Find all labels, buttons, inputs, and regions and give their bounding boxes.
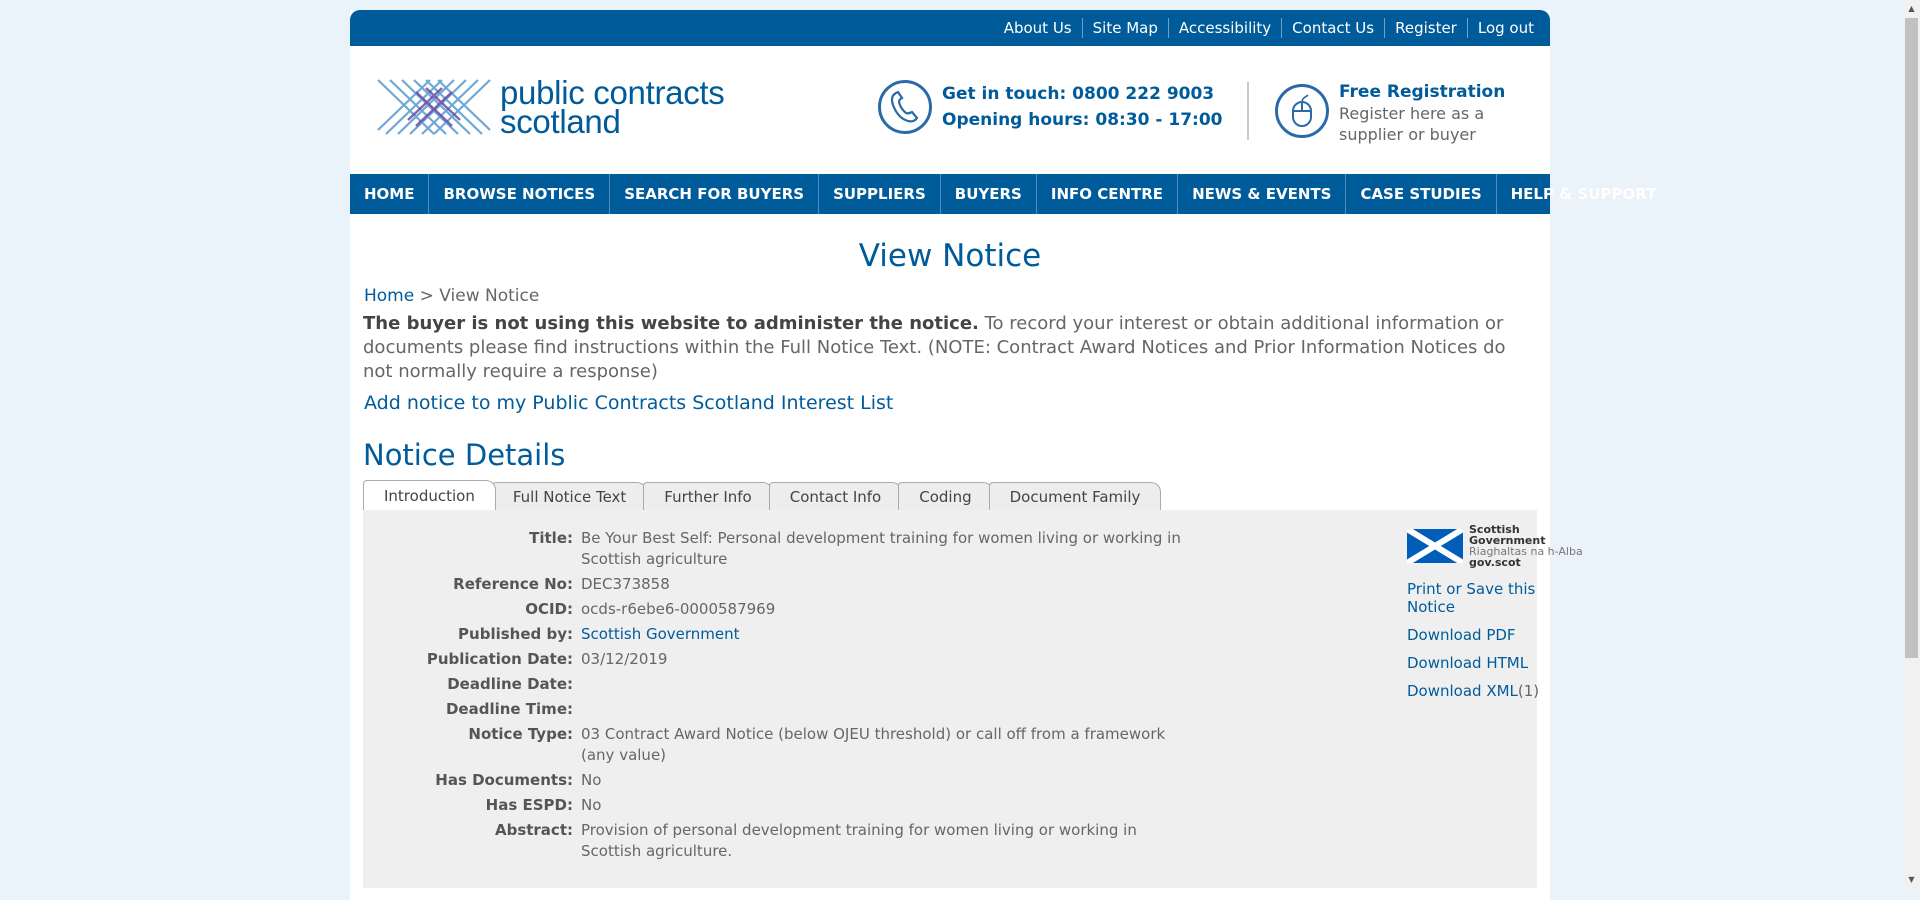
print-save-notice-link[interactable]: Print or Save this Notice [1407,580,1587,616]
scroll-thumb[interactable] [1905,18,1918,658]
nav-help-support[interactable]: HELP & SUPPORT [1497,174,1671,214]
nav-suppliers[interactable]: SUPPLIERS [819,174,941,214]
main-nav: HOME BROWSE NOTICES SEARCH FOR BUYERS SU… [350,174,1656,214]
tab-document-family[interactable]: Document Family [988,482,1162,510]
detail-row-title: Title: Be Your Best Self: Personal devel… [363,528,1537,570]
tab-coding[interactable]: Coding [898,482,993,510]
register-link[interactable]: Register [1384,18,1467,38]
log-out-link[interactable]: Log out [1466,18,1544,38]
notice-message: The buyer is not using this website to a… [363,312,1537,384]
about-us-link[interactable]: About Us [994,18,1082,38]
detail-label: Published by: [458,625,573,643]
nav-buyers[interactable]: BUYERS [941,174,1037,214]
scottish-government-logo: Scottish Government Riaghaltas na h-Alba… [1405,523,1587,569]
detail-row-deadline-date: Deadline Date: [363,674,1537,695]
header-divider [1247,82,1249,140]
site-logo[interactable]: public contracts scotland [376,76,725,140]
contact-us-link[interactable]: Contact Us [1281,18,1384,38]
detail-value: No [581,771,602,789]
download-xml-label: Download XML [1407,682,1518,700]
detail-label: Publication Date: [426,650,573,668]
sg-name: Scottish Government [1469,523,1546,547]
notice-details-heading: Notice Details [363,438,566,472]
tab-further-info[interactable]: Further Info [643,482,773,510]
detail-row-abstract: Abstract: Provision of personal developm… [363,820,1537,862]
add-to-interest-list-link[interactable]: Add notice to my Public Contracts Scotla… [364,392,1537,414]
contact-phone: Get in touch: 0800 222 9003 [942,84,1215,104]
nav-case-studies[interactable]: CASE STUDIES [1346,174,1497,214]
detail-value [581,699,1181,720]
page-container: About Us Site Map Accessibility Contact … [350,10,1656,900]
detail-row-has-espd: Has ESPD: No [363,795,1537,816]
free-registration-block[interactable]: Free Registration Register here as a sup… [1275,82,1505,145]
saltire-flag-icon [1405,526,1465,566]
contact-block: Get in touch: 0800 222 9003 Opening hour… [878,80,1223,134]
page-title: View Notice [858,238,1042,274]
detail-label: Deadline Time: [445,700,573,718]
detail-row-reference: Reference No: DEC373858 [363,574,1537,595]
detail-row-ocid: OCID: ocds-r6ebe6-0000587969 [363,599,1537,620]
accessibility-link[interactable]: Accessibility [1167,18,1281,38]
registration-subtitle-1: Register here as a [1339,104,1485,123]
nav-info-centre[interactable]: INFO CENTRE [1037,174,1179,214]
detail-value: No [581,796,602,814]
logo-line-2: scotland [500,103,621,140]
notice-message-bold: The buyer is not using this website to a… [363,313,979,334]
notice-actions: Scottish Government Riaghaltas na h-Alba… [1405,523,1587,710]
vertical-scrollbar[interactable]: ▲ ▼ [1903,0,1920,888]
detail-value: Provision of personal development traini… [581,821,1137,860]
detail-row-has-documents: Has Documents: No [363,770,1537,791]
site-header: public contracts scotland Get in touch: … [350,46,1550,174]
nav-news-events[interactable]: NEWS & EVENTS [1178,174,1347,214]
tab-full-notice-text[interactable]: Full Notice Text [491,482,648,510]
detail-label: Has ESPD: [485,796,573,814]
detail-label: Deadline Date: [447,675,573,693]
utility-bar: About Us Site Map Accessibility Contact … [350,10,1550,46]
registration-subtitle-2: supplier or buyer [1339,125,1476,144]
free-registration-title[interactable]: Free Registration [1339,82,1505,103]
download-html-link[interactable]: Download HTML [1407,654,1587,672]
detail-row-deadline-time: Deadline Time: [363,699,1537,720]
phone-icon [878,80,932,134]
tab-contact-info[interactable]: Contact Info [768,482,903,510]
breadcrumb-home[interactable]: Home [364,286,414,306]
download-pdf-link[interactable]: Download PDF [1407,626,1587,644]
breadcrumb-current: View Notice [439,286,540,306]
detail-value: 03/12/2019 [581,650,668,668]
detail-value: 03 Contract Award Notice (below OJEU thr… [581,725,1166,764]
detail-row-published-by: Published by: Scottish Government [363,624,1537,645]
detail-label: Abstract: [494,821,573,839]
introduction-panel: Title: Be Your Best Self: Personal devel… [363,510,1583,888]
detail-label: OCID: [525,600,573,618]
nav-home[interactable]: HOME [350,174,430,214]
notice-tabs: Introduction Full Notice Text Further In… [363,480,1537,510]
download-xml-count: (1) [1517,682,1540,700]
scroll-down-arrow-icon[interactable]: ▼ [1903,871,1920,888]
detail-row-publication-date: Publication Date: 03/12/2019 [363,649,1537,670]
detail-label: Notice Type: [468,725,573,743]
site-map-link[interactable]: Site Map [1081,18,1168,38]
main-content: View Notice Home > View Notice The buyer… [350,238,1583,888]
detail-value: DEC373858 [581,575,670,593]
published-by-link[interactable]: Scottish Government [581,625,740,643]
detail-row-notice-type: Notice Type: 03 Contract Award Notice (b… [363,724,1537,766]
breadcrumb: Home > View Notice [364,286,1537,306]
nav-browse-notices[interactable]: BROWSE NOTICES [429,174,611,214]
scroll-up-arrow-icon[interactable]: ▲ [1903,0,1920,17]
detail-value [581,674,1181,695]
breadcrumb-separator: > [414,286,440,306]
detail-label: Title: [529,529,573,547]
tab-introduction[interactable]: Introduction [363,480,496,510]
detail-value: ocds-r6ebe6-0000587969 [581,600,776,618]
nav-search-for-buyers[interactable]: SEARCH FOR BUYERS [610,174,820,214]
download-xml-link[interactable]: Download XML(1) [1407,682,1587,700]
opening-hours: Opening hours: 08:30 - 17:00 [942,110,1223,130]
mouse-icon [1275,84,1329,138]
sg-domain: gov.scot [1469,556,1521,569]
detail-label: Has Documents: [435,771,573,789]
crosshatch-logo-icon [377,79,491,135]
detail-label: Reference No: [453,575,573,593]
detail-value: Be Your Best Self: Personal development … [581,529,1181,568]
